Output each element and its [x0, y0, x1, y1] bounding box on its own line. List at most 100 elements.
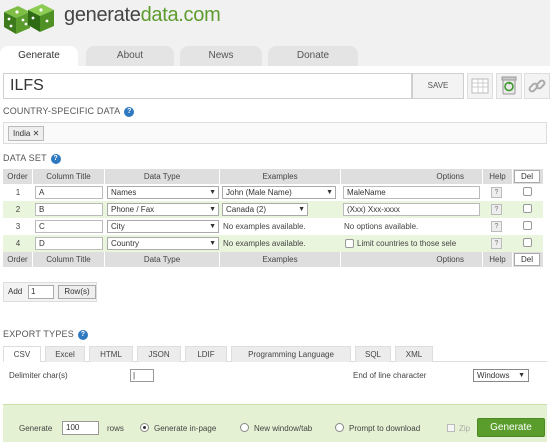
options-input[interactable]: MaleName [343, 186, 480, 199]
export-tab-xml[interactable]: XML [395, 346, 433, 362]
col-header-type: Data Type [105, 169, 220, 184]
generate-label: Generate [19, 424, 53, 433]
limit-countries-checkbox[interactable] [345, 239, 354, 248]
export-settings: Delimiter char(s) | End of line characte… [3, 366, 547, 386]
column-title-input[interactable]: C [35, 220, 103, 233]
column-title-input[interactable]: B [35, 203, 103, 216]
row-delete-checkbox[interactable] [523, 238, 532, 247]
col-header-examples: Examples [220, 169, 341, 184]
dropdown-arrow-icon: ▼ [209, 240, 216, 247]
export-tab-html[interactable]: HTML [89, 346, 133, 362]
country-select-box[interactable]: India ✕ [3, 122, 547, 144]
examples-value: John (Male Name) [226, 188, 292, 197]
column-title-input[interactable]: A [35, 186, 103, 199]
col-footer-examples: Examples [220, 252, 341, 267]
export-help-icon[interactable]: ? [77, 329, 88, 340]
data-type-select[interactable]: Phone / Fax ▼ [107, 203, 219, 216]
table-row: 3 C City ▼ No examples available. No opti… [3, 218, 543, 235]
row-delete-checkbox[interactable] [523, 221, 532, 230]
data-type-value: Names [111, 188, 137, 197]
prompt-download-label: Prompt to download [349, 424, 421, 433]
tab-about[interactable]: About [86, 46, 174, 66]
generate-in-page-label: Generate in-page [154, 424, 217, 433]
dice-logo-icon[interactable] [2, 2, 56, 36]
col-header-help: Help [483, 169, 513, 184]
add-rows-label: Add [8, 287, 23, 296]
row-help-icon[interactable]: ? [491, 187, 502, 198]
zip-checkbox[interactable] [447, 424, 455, 432]
row-help-icon[interactable]: ? [491, 221, 502, 232]
country-section-label: COUNTRY-SPECIFIC DATA? [3, 106, 135, 117]
col-footer-options: Options [341, 252, 483, 267]
col-footer-order: Order [3, 252, 33, 267]
grid-header-bottom: Order Column Title Data Type Examples Op… [3, 252, 543, 267]
dropdown-arrow-icon: ▼ [209, 206, 216, 213]
col-footer-title: Column Title [33, 252, 105, 267]
column-title-input[interactable]: D [35, 237, 103, 250]
col-header-options: Options [341, 169, 483, 184]
eol-label: End of line character [353, 371, 427, 380]
export-tab-csv[interactable]: CSV [3, 346, 41, 362]
eol-select[interactable]: Windows ▼ [473, 369, 529, 382]
add-rows-count-input[interactable]: 1 [28, 285, 54, 299]
generate-bar: Generate 100 rows Generate in-page New w… [3, 404, 547, 442]
options-text: No options available. [344, 222, 419, 231]
delimiter-input[interactable]: | [130, 369, 154, 382]
row-order[interactable]: 2 [3, 201, 33, 218]
dropdown-arrow-icon: ▼ [298, 206, 305, 213]
new-window-radio[interactable] [240, 423, 249, 432]
table-row: 1 A Names ▼ John (Male Name) ▼ MaleName ? [3, 184, 543, 201]
row-help-icon[interactable]: ? [491, 204, 502, 215]
row-order[interactable]: 4 [3, 235, 33, 252]
export-tab-ldif[interactable]: LDIF [185, 346, 227, 362]
delete-selected-button[interactable]: Del [514, 170, 540, 183]
num-rows-input[interactable]: 100 [62, 421, 99, 435]
load-config-icon[interactable] [467, 73, 493, 99]
add-rows-panel: Add 1 Row(s) [3, 282, 97, 302]
examples-select[interactable]: John (Male Name) ▼ [222, 186, 336, 199]
dataset-help-icon[interactable]: ? [50, 153, 61, 164]
country-section-title: COUNTRY-SPECIFIC DATA [3, 106, 121, 116]
dropdown-arrow-icon: ▼ [518, 372, 525, 379]
export-type-tabs: CSV Excel HTML JSON LDIF Programming Lan… [3, 346, 547, 362]
country-help-icon[interactable]: ? [124, 106, 135, 117]
generate-in-page-radio[interactable] [140, 423, 149, 432]
save-button[interactable]: SAVE [412, 73, 464, 99]
export-tab-json[interactable]: JSON [137, 346, 181, 362]
export-tab-sql[interactable]: SQL [355, 346, 391, 362]
tab-donate[interactable]: Donate [268, 46, 358, 66]
row-order[interactable]: 1 [3, 184, 33, 201]
tab-news[interactable]: News [180, 46, 262, 66]
examples-value: Canada (2) [226, 205, 267, 214]
examples-select[interactable]: Canada (2) ▼ [222, 203, 308, 216]
data-type-select[interactable]: City ▼ [107, 220, 219, 233]
remove-country-icon[interactable]: ✕ [33, 129, 40, 138]
country-tag-india[interactable]: India ✕ [8, 126, 45, 141]
row-help-icon[interactable]: ? [491, 238, 502, 249]
tab-generate[interactable]: Generate [0, 46, 78, 66]
export-tab-programming-language[interactable]: Programming Language [231, 346, 351, 362]
row-order[interactable]: 3 [3, 218, 33, 235]
options-input[interactable]: (Xxx) Xxx-xxxx [343, 203, 480, 216]
site-header: generatedata.com [0, 0, 550, 46]
site-logo-text[interactable]: generatedata.com [64, 4, 221, 27]
dataset-section-label: DATA SET? [3, 153, 61, 164]
recycle-icon[interactable] [496, 73, 522, 99]
col-header-title: Column Title [33, 169, 105, 184]
table-row: 4 D Country ▼ No examples available. Limi… [3, 235, 543, 252]
row-delete-checkbox[interactable] [523, 187, 532, 196]
link-icon[interactable] [524, 73, 550, 99]
row-delete-checkbox[interactable] [523, 204, 532, 213]
prompt-download-radio[interactable] [335, 423, 344, 432]
col-footer-type: Data Type [105, 252, 220, 267]
data-type-select[interactable]: Names ▼ [107, 186, 219, 199]
add-rows-button[interactable]: Row(s) [58, 285, 96, 299]
config-title-input[interactable]: ILFS [3, 73, 412, 99]
generate-button[interactable]: Generate [477, 418, 545, 437]
dropdown-arrow-icon: ▼ [209, 223, 216, 230]
delete-selected-button-bottom[interactable]: Del [514, 253, 540, 266]
data-type-value: Country [111, 239, 140, 248]
col-header-order: Order [3, 169, 33, 184]
data-type-select[interactable]: Country ▼ [107, 237, 219, 250]
export-tab-excel[interactable]: Excel [45, 346, 85, 362]
